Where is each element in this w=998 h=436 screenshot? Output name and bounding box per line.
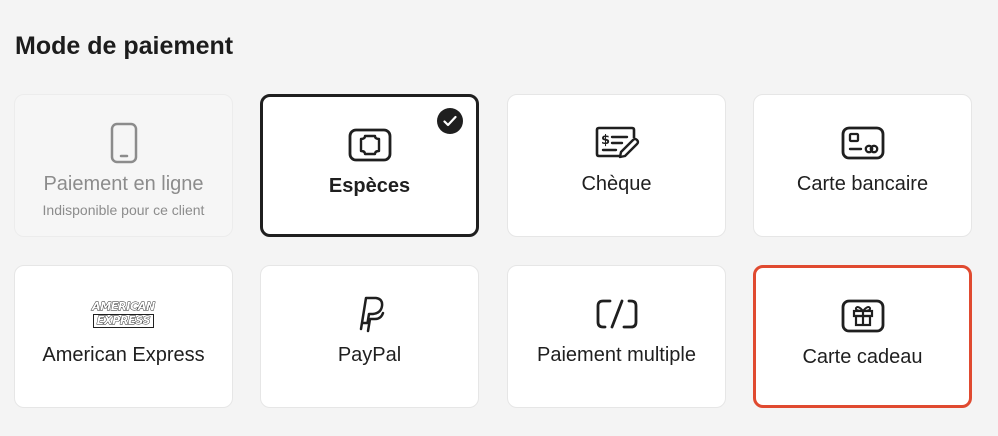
payment-option-online: Paiement en ligne Indisponible pour ce c… — [14, 94, 233, 237]
payment-option-label: Chèque — [581, 173, 652, 195]
gift-card-icon — [841, 296, 885, 336]
cheque-icon: $ — [594, 123, 640, 163]
split-payment-icon — [595, 294, 639, 334]
payment-option-cheque[interactable]: $ Chèque — [507, 94, 726, 237]
payment-option-multiple[interactable]: Paiement multiple — [507, 265, 726, 408]
banknote-icon — [348, 125, 392, 165]
payment-option-sublabel: Indisponible pour ce client — [42, 202, 205, 218]
payment-option-label: Paiement multiple — [537, 344, 696, 366]
payment-option-label: Espèces — [328, 175, 411, 197]
payment-option-label: American Express — [42, 344, 205, 366]
payment-option-cash[interactable]: Espèces — [260, 94, 479, 237]
payment-option-paypal[interactable]: PayPal — [260, 265, 479, 408]
paypal-icon — [355, 294, 385, 334]
svg-text:$: $ — [601, 133, 610, 148]
payment-option-bank-card[interactable]: Carte bancaire — [753, 94, 972, 237]
payment-option-american-express[interactable]: AMERICAN EXPRESS American Express — [14, 265, 233, 408]
checkmark-icon — [437, 108, 463, 134]
payment-option-gift-card[interactable]: Carte cadeau — [753, 265, 972, 408]
credit-card-icon — [841, 123, 885, 163]
smartphone-icon — [110, 122, 138, 164]
section-title: Mode de paiement — [15, 32, 234, 60]
payment-option-label: PayPal — [337, 344, 402, 366]
payment-option-label: Carte bancaire — [796, 173, 929, 195]
payment-option-label: Carte cadeau — [802, 346, 923, 368]
payment-option-label: Paiement en ligne — [43, 173, 204, 195]
american-express-logo: AMERICAN EXPRESS — [92, 300, 156, 328]
